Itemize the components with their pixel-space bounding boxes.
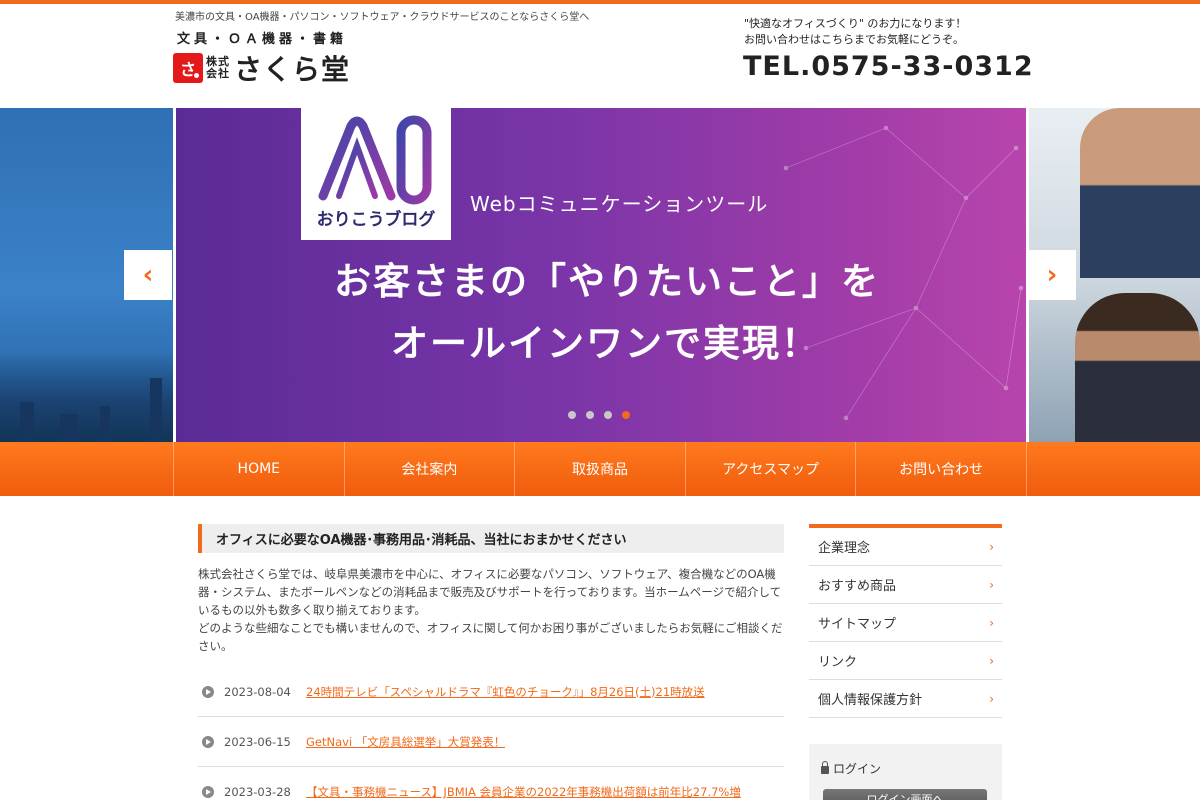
- slide-headline-2: オールインワンで実現！: [391, 322, 820, 365]
- nav-item-home[interactable]: HOME: [174, 442, 345, 496]
- slider-dot[interactable]: [586, 411, 594, 419]
- play-icon: [202, 685, 214, 698]
- sidebar-menu: 企業理念 › おすすめ商品 › サイトマップ › リンク › 個人情報保護方針 ›: [809, 524, 1002, 718]
- header-message: "快適なオフィスづくり" のお力になります！ お問い合わせはこちらまでお気軽にど…: [744, 17, 967, 46]
- sakura-logo-icon: さ: [173, 53, 203, 83]
- sidebar-item-links[interactable]: リンク ›: [809, 642, 1002, 680]
- news-item: 2023-03-28 【文具・事務機ニュース】JBMIA 会員企業の2022年事…: [198, 767, 784, 800]
- active-slide[interactable]: おりこうブログ Webコミュニケーションツール お客さまの「やりたいこと」を オ…: [176, 108, 1026, 442]
- news-date: 2023-08-04: [224, 684, 291, 699]
- sidebar-item-recommended[interactable]: おすすめ商品 ›: [809, 566, 1002, 604]
- chevron-right-icon: ›: [1046, 260, 1058, 290]
- slide-headline-1: お客さまの「やりたいこと」を: [334, 260, 880, 303]
- slider-dot[interactable]: [568, 411, 576, 419]
- site-tagline: 美濃市の文具・OA機器・パソコン・ソフトウェア・クラウドサービスのことならさくら…: [175, 12, 590, 23]
- lock-icon: [821, 761, 829, 774]
- slider-next-button[interactable]: ›: [1028, 250, 1076, 300]
- news-item: 2023-08-04 24時間テレビ「スペシャルドラマ『虹色のチョーク』」8月2…: [198, 667, 784, 717]
- chevron-right-icon: ›: [989, 539, 994, 554]
- section-title: オフィスに必要なOA機器･事務用品･消耗品、当社におまかせください: [198, 524, 784, 553]
- logo-name: さくら堂: [234, 53, 351, 86]
- slide-subtitle: Webコミュニケーションツール: [470, 192, 769, 216]
- login-title: ログイン: [821, 760, 881, 777]
- sidebar: 企業理念 › おすすめ商品 › サイトマップ › リンク › 個人情報保護方針 › ログイ…: [809, 524, 1002, 800]
- businessman-image: [1080, 108, 1200, 278]
- nav-item-company[interactable]: 会社案内: [345, 442, 516, 496]
- sidebar-item-philosophy[interactable]: 企業理念 ›: [809, 528, 1002, 566]
- slider-pagination: [568, 411, 630, 419]
- news-date: 2023-03-28: [224, 785, 291, 799]
- site-logo[interactable]: さ 株式 会社 さくら堂: [173, 51, 351, 86]
- slider-dot-active[interactable]: [622, 411, 630, 419]
- slider-prev-button[interactable]: ‹: [124, 250, 172, 300]
- nav-item-contact[interactable]: お問い合わせ: [856, 442, 1027, 496]
- logo-company-type: 株式 会社: [206, 55, 230, 80]
- intro-text: 株式会社さくら堂では、岐阜県美濃市を中心に、オフィスに必要なパソコン、ソフトウェ…: [198, 567, 783, 653]
- sidebar-item-privacy[interactable]: 個人情報保護方針 ›: [809, 680, 1002, 718]
- sidebar-item-sitemap[interactable]: サイトマップ ›: [809, 604, 1002, 642]
- main-content: オフィスに必要なOA機器･事務用品･消耗品、当社におまかせください 株式会社さく…: [198, 524, 784, 800]
- slider-dot[interactable]: [604, 411, 612, 419]
- logo-subtitle: 文具・ＯＡ機器・書籍: [177, 32, 348, 47]
- chevron-right-icon: ›: [989, 691, 994, 706]
- orikou-blog-badge: おりこうブログ: [301, 108, 451, 240]
- news-link[interactable]: 【文具・事務機ニュース】JBMIA 会員企業の2022年事務機出荷額は前年比27…: [306, 784, 741, 800]
- badge-label: おりこうブログ: [316, 210, 436, 230]
- login-box: ログイン ログイン画面へ: [809, 744, 1002, 800]
- chevron-right-icon: ›: [989, 615, 994, 630]
- news-item: 2023-06-15 GetNavi 「文房具総選挙」大賞発表！: [198, 717, 784, 767]
- global-nav: HOME 会社案内 取扱商品 アクセスマップ お問い合わせ: [0, 442, 1200, 496]
- play-icon: [202, 735, 214, 748]
- news-list: 2023-08-04 24時間テレビ「スペシャルドラマ『虹色のチョーク』」8月2…: [198, 667, 784, 800]
- news-link[interactable]: 24時間テレビ「スペシャルドラマ『虹色のチョーク』」8月26日(土)21時放送: [306, 684, 705, 700]
- news-link[interactable]: GetNavi 「文房具総選挙」大賞発表！: [306, 734, 505, 750]
- header-phone[interactable]: TEL.0575-33-0312: [743, 51, 1034, 82]
- businesswoman-image: [1075, 293, 1200, 442]
- hero-slider: おりこうブログ Webコミュニケーションツール お客さまの「やりたいこと」を オ…: [0, 108, 1200, 442]
- chevron-left-icon: ‹: [142, 260, 154, 290]
- news-date: 2023-06-15: [224, 734, 291, 749]
- chevron-right-icon: ›: [989, 577, 994, 592]
- play-icon: [202, 786, 214, 798]
- nav-item-access-map[interactable]: アクセスマップ: [686, 442, 857, 496]
- site-header: 美濃市の文具・OA機器・パソコン・ソフトウェア・クラウドサービスのことならさくら…: [0, 4, 1200, 108]
- chevron-right-icon: ›: [989, 653, 994, 668]
- ai-logo-icon: [318, 115, 432, 205]
- login-button[interactable]: ログイン画面へ: [823, 789, 987, 800]
- nav-item-products[interactable]: 取扱商品: [515, 442, 686, 496]
